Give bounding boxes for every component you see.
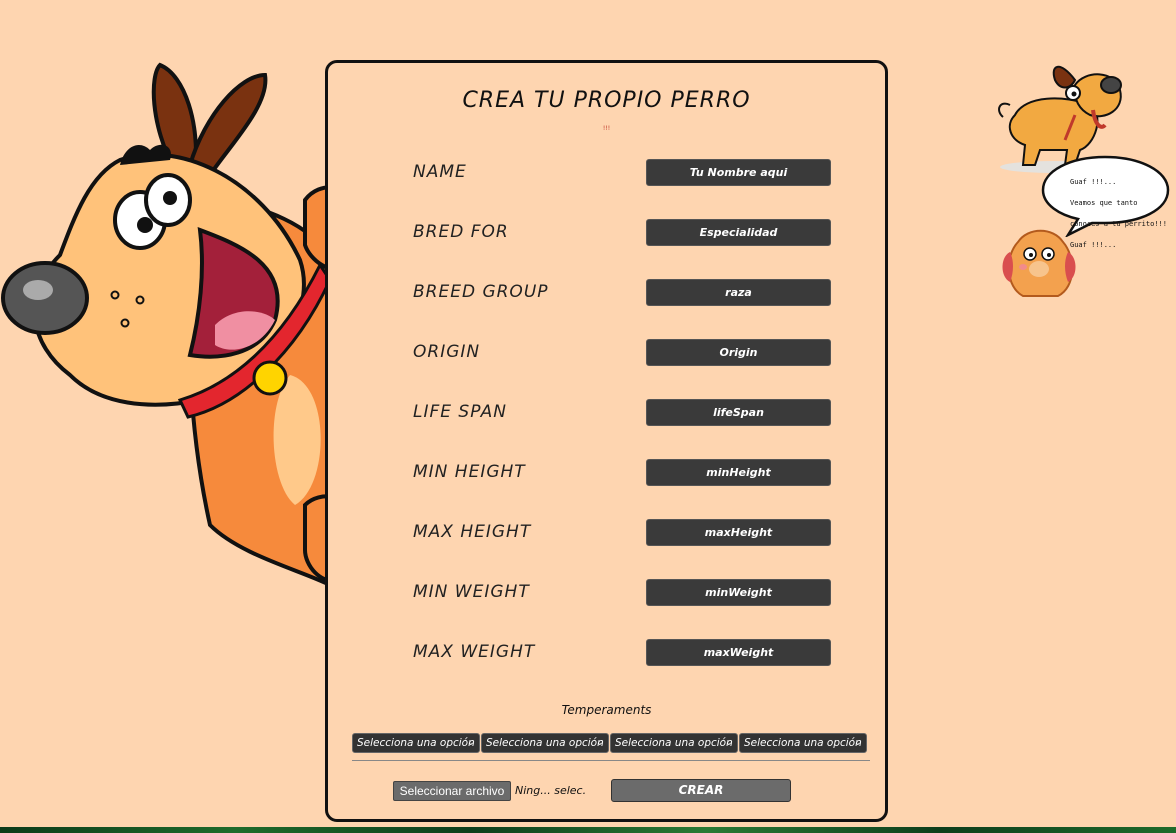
chevron-down-icon: ⌄: [595, 737, 604, 748]
field-row-min-weight: MIN WEIGHT: [328, 578, 885, 606]
file-select-button[interactable]: Seleccionar archivo: [393, 781, 511, 801]
field-label: MAX WEIGHT: [413, 642, 536, 662]
select-value: Selecciona una opción: [615, 737, 733, 749]
field-row-origin: ORIGIN: [328, 338, 885, 366]
temperament-select-4[interactable]: Selecciona una opción ⌄: [739, 733, 867, 753]
bubble-line: Veamos que tanto: [1070, 198, 1138, 207]
bubble-line: Guaf !!!...: [1070, 177, 1117, 186]
field-row-min-height: MIN HEIGHT: [328, 458, 885, 486]
cartoon-puppy-icon: [1002, 229, 1076, 297]
form-title: CREA TU PROPIO PERRO: [462, 88, 751, 113]
field-row-bred-for: BRED FOR: [328, 218, 885, 246]
select-value: Selecciona una opción: [744, 737, 862, 749]
temperament-select-3[interactable]: Selecciona una opción ⌄: [610, 733, 738, 753]
min-height-input[interactable]: [646, 459, 831, 486]
chevron-down-icon: ⌄: [853, 737, 862, 748]
field-label: MIN HEIGHT: [413, 462, 526, 482]
select-value: Selecciona una opción: [486, 737, 604, 749]
field-label: BREED GROUP: [413, 282, 549, 302]
name-input[interactable]: [646, 159, 831, 186]
bubble-line: Guaf !!!...: [1070, 240, 1117, 249]
temperament-select-1[interactable]: Selecciona una opción ⌄: [352, 733, 480, 753]
field-label: ORIGIN: [413, 342, 481, 362]
divider: [352, 760, 870, 761]
field-label: BRED FOR: [413, 222, 509, 242]
chevron-down-icon: ⌄: [466, 737, 475, 748]
field-row-life-span: LIFE SPAN: [328, 398, 885, 426]
bubble-line: conoces a tu perrito!!!: [1070, 219, 1167, 228]
field-label: MAX HEIGHT: [413, 522, 532, 542]
max-weight-input[interactable]: [646, 639, 831, 666]
breed-group-input[interactable]: [646, 279, 831, 306]
min-weight-input[interactable]: [646, 579, 831, 606]
file-name-text: Ning... selec.: [515, 784, 587, 797]
field-label: NAME: [413, 162, 467, 182]
create-button[interactable]: CREAR: [611, 779, 791, 802]
field-row-breed-group: BREED GROUP: [328, 278, 885, 306]
temperaments-label: Temperaments: [561, 703, 652, 717]
temperament-selects: Selecciona una opción ⌄ Selecciona una o…: [352, 733, 870, 753]
life-span-input[interactable]: [646, 399, 831, 426]
chevron-down-icon: ⌄: [724, 737, 733, 748]
cartoon-dog-peeking-icon: [1, 62, 363, 589]
temperament-select-2[interactable]: Selecciona una opción ⌄: [481, 733, 609, 753]
bottom-strip: [0, 827, 1176, 833]
select-value: Selecciona una opción: [357, 737, 475, 749]
bred-for-input[interactable]: [646, 219, 831, 246]
origin-input[interactable]: [646, 339, 831, 366]
speech-bubble-text: Guaf !!!... Veamos que tanto conoces a t…: [1070, 166, 1170, 261]
field-label: MIN WEIGHT: [413, 582, 530, 602]
field-row-max-weight: MAX WEIGHT: [328, 638, 885, 666]
create-dog-form: CREA TU PROPIO PERRO !!! NAME BRED FOR B…: [325, 60, 888, 822]
field-row-max-height: MAX HEIGHT: [328, 518, 885, 546]
field-row-name: NAME: [328, 158, 885, 186]
form-error-text: !!!: [602, 125, 611, 132]
field-label: LIFE SPAN: [413, 402, 507, 422]
max-height-input[interactable]: [646, 519, 831, 546]
